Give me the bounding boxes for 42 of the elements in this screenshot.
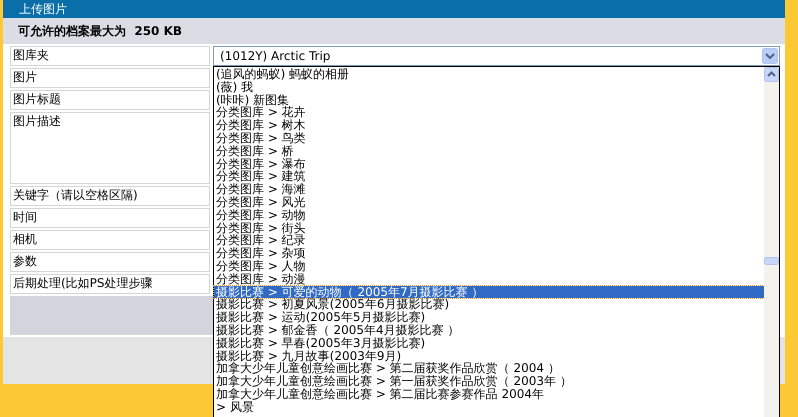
dropdown-option[interactable]: 加拿大少年儿童创意绘画比赛 > 第一届获奖作品欣赏（ 2003年 ） bbox=[214, 375, 764, 388]
dropdown-option[interactable]: 分类图库 > 建筑 bbox=[214, 170, 764, 184]
field-label: 图片描述 bbox=[10, 112, 210, 184]
file-size-notice: 可允许的档案最大为 250 KB bbox=[3, 18, 785, 44]
field-label: 关键字（请以空格区隔) bbox=[10, 186, 210, 206]
field-label: 后期处理(比如PS处理步骤 bbox=[10, 274, 210, 294]
field-label: 相机 bbox=[10, 230, 210, 250]
dropdown-option[interactable]: 分类图库 > 杂项 bbox=[214, 247, 764, 260]
dropdown-option[interactable]: 分类图库 > 街头 bbox=[214, 222, 764, 234]
album-select[interactable]: (1012Y) Arctic Trip bbox=[213, 46, 780, 66]
dropdown-option[interactable]: > 风景 bbox=[214, 400, 764, 414]
field-label: 图库夹 bbox=[10, 46, 210, 66]
dropdown-option[interactable]: 分类图库 > 桥 bbox=[214, 144, 764, 158]
dropdown-option[interactable]: 分类图库 > 纪录 bbox=[214, 234, 764, 248]
field-label: 图片标题 bbox=[10, 90, 210, 110]
dropdown-option[interactable]: 加拿大少年儿童创意绘画比赛 > 第二届比赛参赛作品 2004年 bbox=[214, 388, 764, 401]
scroll-up-icon[interactable] bbox=[764, 67, 779, 82]
dropdown-option[interactable]: (追风的蚂蚁) 蚂蚁的相册 bbox=[214, 68, 764, 81]
panel-title: 上传图片 bbox=[3, 0, 785, 18]
dropdown-option[interactable]: 分类图库 > 鸟类 bbox=[214, 132, 764, 145]
field-label: 时间 bbox=[10, 208, 210, 228]
dropdown-option[interactable]: 分类图库 > 风光 bbox=[214, 196, 764, 209]
dropdown-option[interactable]: 摄影比赛 > 运动(2005年5月摄影比赛) bbox=[214, 311, 764, 324]
dropdown-option[interactable]: 摄影比赛 > 郁金香（ 2005年4月摄影比赛 ） bbox=[214, 324, 764, 337]
dropdown-option[interactable]: 摄影比赛 > 早春(2005年3月摄影比赛) bbox=[214, 336, 764, 350]
dropdown-option[interactable]: 分类图库 > 海滩 bbox=[214, 183, 764, 196]
dropdown-option[interactable]: 分类图库 > 动物 bbox=[214, 208, 764, 222]
dropdown-option[interactable]: 摄影比赛 > 初夏风景(2005年6月摄影比赛) bbox=[214, 298, 764, 312]
dropdown-option[interactable]: (咔咔) 新图集 bbox=[214, 94, 764, 106]
dropdown-option[interactable]: 分类图库 > 瀑布 bbox=[214, 158, 764, 170]
field-label: 图片 bbox=[10, 68, 210, 88]
dropdown-option[interactable]: 分类图库 > 人物 bbox=[214, 260, 764, 273]
dropdown-option[interactable]: 摄影比赛 > 九月故事(2003年9月) bbox=[214, 350, 764, 362]
dropdown-option[interactable]: 分类图库 > 动漫 bbox=[214, 272, 764, 286]
scrollbar[interactable] bbox=[764, 67, 779, 417]
dropdown-option[interactable]: 分类图库 > 花卉 bbox=[214, 106, 764, 120]
dropdown-option[interactable]: 分类图库 > 树木 bbox=[214, 119, 764, 132]
scroll-thumb-icon[interactable] bbox=[764, 257, 779, 265]
dropdown-option[interactable]: 摄影比赛 > 可爱的动物（ 2005年7月摄影比赛 ） bbox=[214, 286, 764, 298]
dropdown-option[interactable]: 加拿大少年儿童创意绘画比赛 > 第二届获奖作品欣赏（ 2004 ） bbox=[214, 362, 764, 376]
dropdown-option[interactable]: (薇) 我 bbox=[214, 80, 764, 94]
field-label: 参数 bbox=[10, 252, 210, 272]
